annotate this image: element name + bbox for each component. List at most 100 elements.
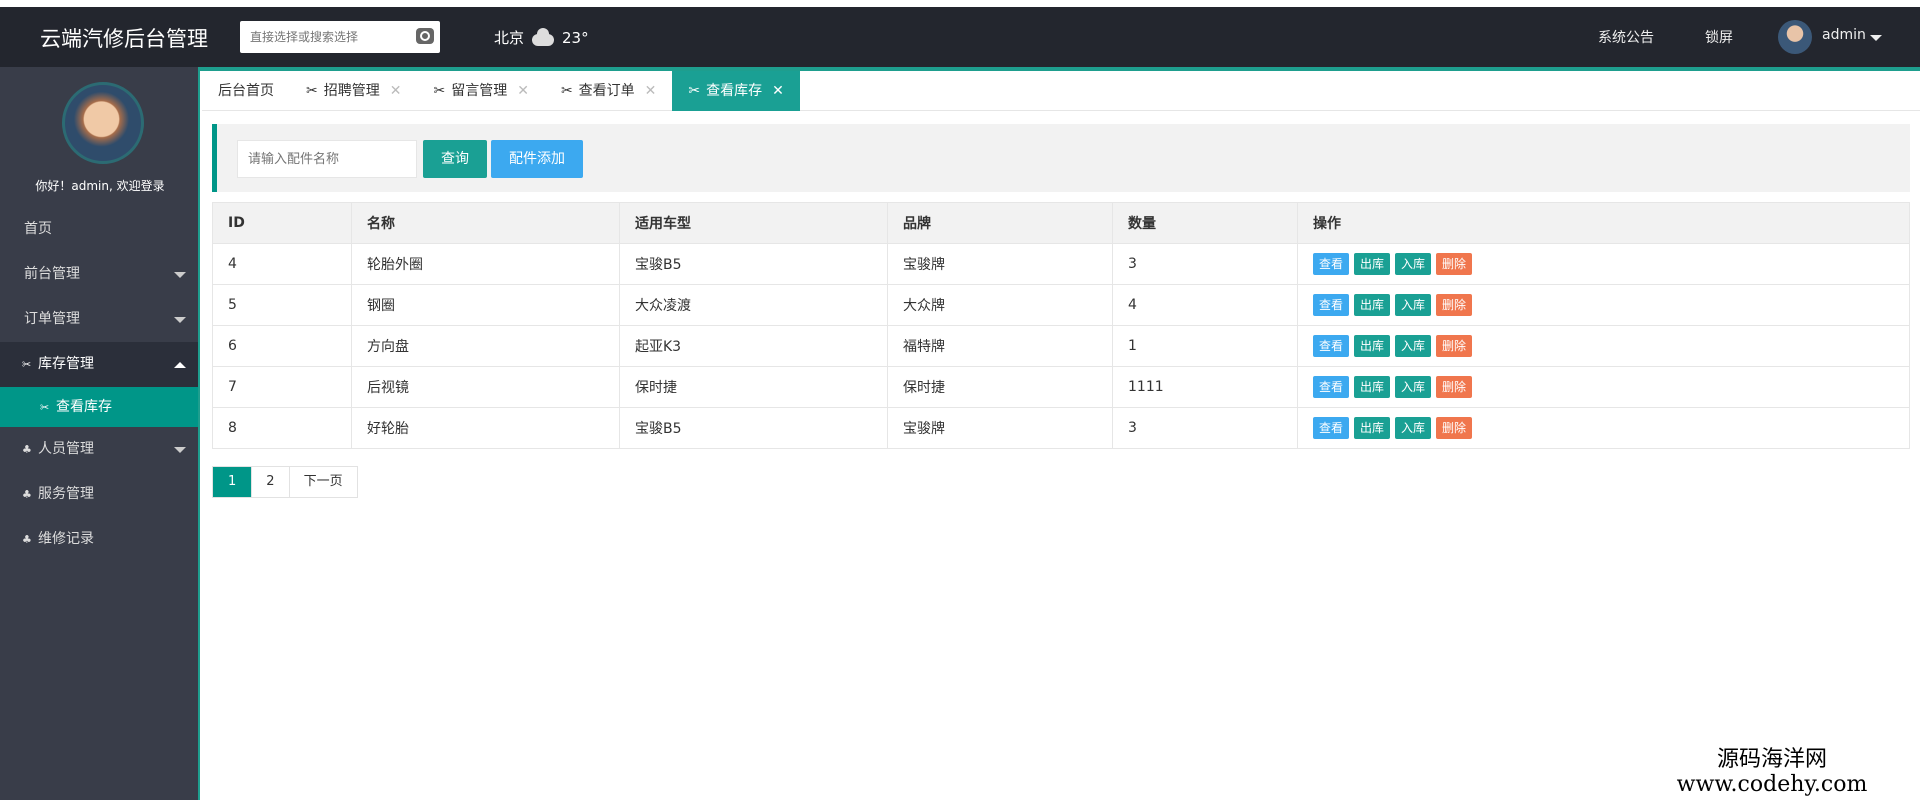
delete-button[interactable]: 删除 (1436, 417, 1473, 439)
tab-messages[interactable]: ✂ 留言管理 ✕ (417, 71, 544, 111)
sidebar-item-orders[interactable]: 订单管理 (0, 297, 198, 342)
sidebar-item-frontend[interactable]: 前台管理 (0, 252, 198, 297)
cell-brand: 宝骏牌 (887, 407, 1113, 449)
wrench-icon: ✂ (306, 83, 318, 99)
sidebar-item-staff[interactable]: ♣ 人员管理 (0, 427, 198, 472)
cell-id: 5 (212, 284, 352, 326)
wrench-icon: ✂ (22, 358, 32, 371)
cell-id: 7 (212, 366, 352, 408)
view-button[interactable]: 查看 (1313, 253, 1350, 275)
part-name-input[interactable] (237, 140, 417, 178)
close-icon[interactable]: ✕ (390, 71, 402, 111)
delete-button[interactable]: 删除 (1436, 253, 1473, 275)
sidebar-item-label: 人员管理 (38, 441, 94, 457)
chevron-down-icon[interactable] (1870, 35, 1882, 41)
sidebar-avatar (62, 82, 144, 164)
watermark: 源码海洋网 www.codehy.com (1672, 748, 1872, 798)
weather-temperature: 23° (562, 28, 589, 47)
app-header: 云端汽修后台管理 北京 23° 系统公告 锁屏 admin (0, 7, 1920, 67)
cell-brand: 宝骏牌 (887, 243, 1113, 285)
weather-city: 北京 (494, 29, 525, 47)
delete-button[interactable]: 删除 (1436, 376, 1473, 398)
users-icon: ♣ (22, 533, 32, 546)
sidebar: 你好！admin, 欢迎登录 首页 前台管理 订单管理 ✂ 库存管理 ✂ 查看库存 … (0, 67, 200, 800)
cell-qty: 3 (1112, 407, 1298, 449)
cell-actions: 查看 出库 入库 删除 (1297, 243, 1910, 285)
cell-id: 4 (212, 243, 352, 285)
tab-label: 留言管理 (451, 83, 508, 99)
stock-in-button[interactable]: 入库 (1395, 335, 1432, 357)
user-name[interactable]: admin (1822, 27, 1866, 43)
stock-out-button[interactable]: 出库 (1354, 376, 1391, 398)
cell-model: 保时捷 (619, 366, 888, 408)
user-avatar[interactable] (1778, 20, 1812, 54)
cell-qty: 4 (1112, 284, 1298, 326)
column-header: 适用车型 (619, 202, 888, 244)
lock-screen-link[interactable]: 锁屏 (1705, 27, 1733, 47)
view-button[interactable]: 查看 (1313, 376, 1350, 398)
sidebar-item-service[interactable]: ♣ 服务管理 (0, 472, 198, 517)
cell-name: 方向盘 (351, 325, 620, 367)
global-search[interactable] (240, 21, 440, 53)
delete-button[interactable]: 删除 (1436, 294, 1473, 316)
stock-in-button[interactable]: 入库 (1395, 376, 1432, 398)
stock-out-button[interactable]: 出库 (1354, 253, 1391, 275)
cell-model: 宝骏B5 (619, 407, 888, 449)
welcome-text: 你好！admin, 欢迎登录 (35, 179, 165, 193)
stock-in-button[interactable]: 入库 (1395, 294, 1432, 316)
tab-recruitment[interactable]: ✂ 招聘管理 ✕ (290, 71, 417, 111)
global-search-input[interactable] (240, 21, 408, 53)
tab-inventory[interactable]: ✂ 查看库存 ✕ (672, 71, 800, 111)
table-row: 5 钢圈 大众凌渡 大众牌 4 查看 出库 入库 删除 (212, 284, 1910, 326)
watermark-url: www.codehy.com (1676, 772, 1868, 797)
wrench-icon: ✂ (433, 83, 446, 99)
table-row: 4 轮胎外圈 宝骏B5 宝骏牌 3 查看 出库 入库 删除 (212, 243, 1910, 285)
chevron-down-icon (174, 317, 186, 323)
sidebar-item-home[interactable]: 首页 (0, 207, 198, 252)
view-button[interactable]: 查看 (1313, 417, 1350, 439)
query-bar: 查询 配件添加 (212, 124, 1910, 192)
stock-in-button[interactable]: 入库 (1395, 417, 1432, 439)
cell-brand: 福特牌 (887, 325, 1113, 367)
view-button[interactable]: 查看 (1313, 294, 1350, 316)
cell-qty: 1 (1112, 325, 1298, 367)
top-strip (0, 0, 1920, 7)
sidebar-item-repair-records[interactable]: ♣ 维修记录 (0, 517, 198, 562)
sidebar-item-label: 库存管理 (38, 356, 94, 372)
system-notice-link[interactable]: 系统公告 (1598, 27, 1654, 47)
cell-id: 8 (212, 407, 352, 449)
cell-name: 轮胎外圈 (351, 243, 620, 285)
stock-out-button[interactable]: 出库 (1354, 335, 1391, 357)
cell-actions: 查看 出库 入库 删除 (1297, 284, 1910, 326)
wrench-icon: ✂ (560, 83, 573, 99)
view-button[interactable]: 查看 (1313, 335, 1350, 357)
next-page-button[interactable]: 下一页 (289, 467, 357, 497)
close-icon[interactable]: ✕ (517, 71, 529, 111)
stock-out-button[interactable]: 出库 (1354, 294, 1391, 316)
add-part-button[interactable]: 配件添加 (491, 140, 583, 178)
sidebar-item-label: 维修记录 (38, 531, 94, 547)
wrench-icon: ✂ (688, 83, 701, 99)
sidebar-item-view-inventory[interactable]: ✂ 查看库存 (0, 387, 198, 427)
tab-dashboard[interactable]: 后台首页 (202, 71, 290, 111)
delete-button[interactable]: 删除 (1436, 335, 1473, 357)
pagination: 1 2 下一页 (212, 466, 358, 498)
stock-in-button[interactable]: 入库 (1395, 253, 1432, 275)
cell-brand: 保时捷 (887, 366, 1113, 408)
page-1-button[interactable]: 1 (213, 467, 253, 497)
watermark-cn: 源码海洋网 (1716, 747, 1827, 772)
stock-out-button[interactable]: 出库 (1354, 417, 1391, 439)
column-header: ID (212, 202, 352, 244)
tab-orders[interactable]: ✂ 查看订单 ✕ (545, 71, 672, 111)
close-icon[interactable]: ✕ (645, 71, 657, 111)
weather-widget: 北京 23° (494, 27, 589, 48)
page-2-button[interactable]: 2 (252, 467, 290, 497)
wrench-icon: ✂ (40, 401, 50, 414)
tab-label: 后台首页 (218, 83, 274, 99)
cell-actions: 查看 出库 入库 删除 (1297, 407, 1910, 449)
search-icon[interactable] (416, 28, 434, 44)
close-icon[interactable]: ✕ (772, 71, 784, 111)
table-header-row: ID 名称 适用车型 品牌 数量 操作 (212, 202, 1910, 244)
query-button[interactable]: 查询 (423, 140, 487, 178)
sidebar-item-inventory[interactable]: ✂ 库存管理 (0, 342, 198, 387)
